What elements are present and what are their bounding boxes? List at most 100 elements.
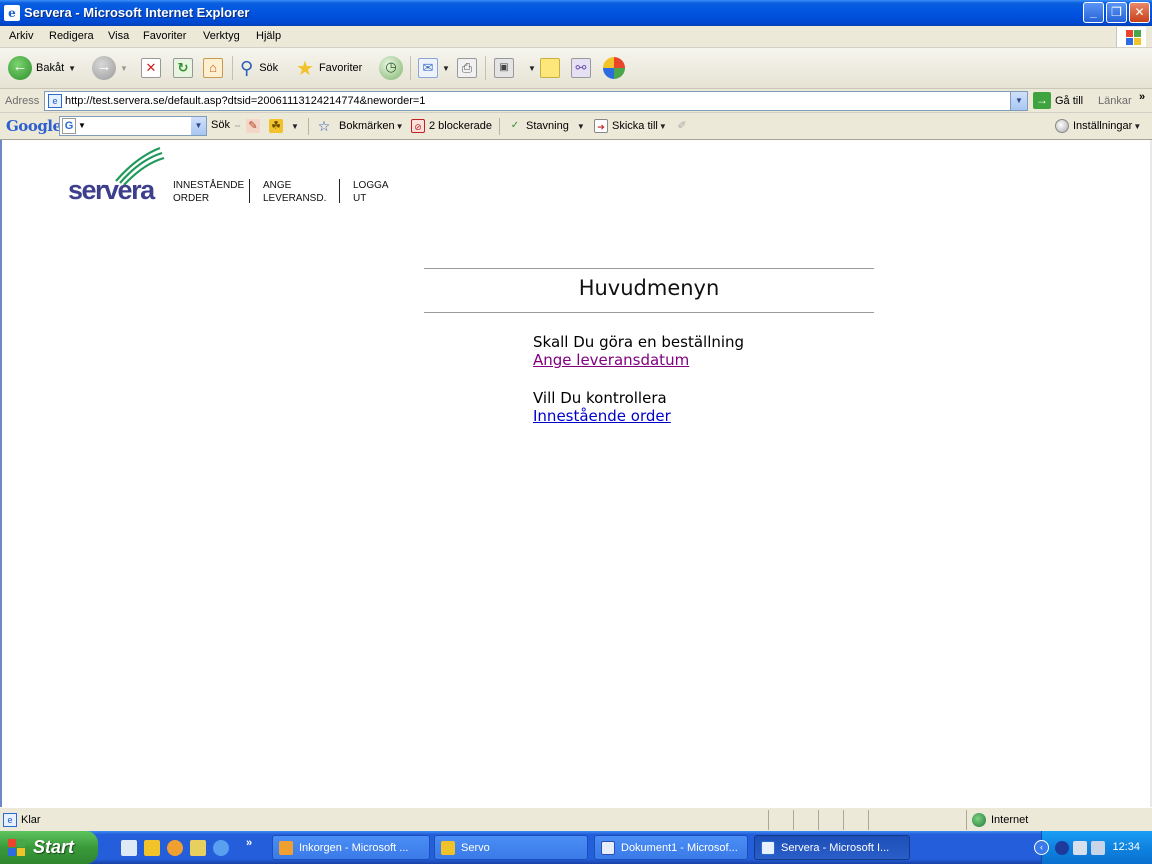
status-divider	[793, 810, 794, 830]
page-title: Huvudmenyn	[578, 276, 720, 300]
windows-logo-icon	[1116, 27, 1146, 47]
highlight-button[interactable]: ✐	[675, 119, 693, 133]
spellcheck-button[interactable]: ✓ Stavning ▼	[508, 119, 585, 133]
tray-speaker-icon[interactable]	[1091, 841, 1105, 855]
messenger-button[interactable]	[603, 56, 625, 80]
start-label: Start	[33, 837, 75, 857]
ie-icon[interactable]: e	[4, 5, 20, 21]
news-icon: ✎	[246, 119, 260, 133]
forward-dropdown-icon[interactable]: ▼	[120, 64, 128, 73]
send-to-icon: ➔	[594, 119, 608, 133]
highlighter-icon: ✐	[677, 120, 687, 132]
quicklaunch-explorer-icon[interactable]	[190, 840, 206, 856]
task-servo[interactable]: Servo	[434, 835, 588, 860]
address-url[interactable]: http://test.servera.se/default.asp?dtsid…	[65, 95, 425, 107]
print-icon: ⎙	[457, 58, 477, 78]
popup-blocker-button[interactable]: ⊘ 2 blockerade	[411, 119, 492, 133]
google-g-dropdown-icon[interactable]: ▼	[78, 121, 86, 130]
edit-dropdown-icon[interactable]: ▼	[528, 64, 536, 73]
pagerank-icon: ☘	[269, 119, 283, 133]
search-button[interactable]: ⚲ Sök	[240, 56, 278, 80]
refresh-button[interactable]: ↻	[173, 56, 193, 80]
send-to-button[interactable]: ➔ Skicka till ▼	[594, 119, 667, 133]
menu-visa[interactable]: Visa	[108, 30, 129, 42]
bookmarks-dropdown-icon[interactable]: ▼	[396, 122, 404, 131]
nav-logga-ut[interactable]: LOGGA UT	[353, 179, 389, 205]
ange-leveransdatum-link[interactable]: Ange leveransdatum	[533, 351, 689, 369]
home-button[interactable]: ⌂	[203, 56, 223, 80]
menu-hjalp[interactable]: Hjälp	[256, 30, 281, 42]
maximize-button[interactable]: ❐	[1106, 2, 1127, 23]
task-inkorgen[interactable]: Inkorgen - Microsoft ...	[272, 835, 430, 860]
forward-button[interactable]: → ▼	[92, 56, 128, 80]
quicklaunch-app-icon[interactable]	[144, 840, 160, 856]
menu-favoriter[interactable]: Favoriter	[143, 30, 186, 42]
mail-dropdown-icon[interactable]: ▼	[442, 64, 450, 73]
news-button[interactable]: ✎	[246, 119, 264, 133]
notes-button[interactable]	[540, 56, 560, 80]
back-label: Bakåt	[36, 62, 65, 74]
tray-expand-icon[interactable]: ‹	[1034, 840, 1049, 855]
note-icon	[540, 58, 560, 78]
research-button[interactable]: ⚯	[571, 56, 591, 80]
google-search-button[interactable]: Sök ⇔	[211, 119, 242, 131]
nav-line: ORDER	[173, 193, 210, 204]
task-servera[interactable]: Servera - Microsoft I...	[754, 835, 910, 860]
nav-ange-leveransdatum[interactable]: ANGE LEVERANSD.	[263, 179, 326, 205]
stop-icon: ✕	[141, 58, 161, 78]
bookmarks-button[interactable]: ☆ Bokmärken ▼	[317, 119, 404, 133]
taskbar-clock[interactable]: 12:34	[1112, 841, 1140, 853]
servera-logo[interactable]: servera	[66, 145, 166, 205]
tray-network-icon[interactable]	[1055, 841, 1069, 855]
menu-verktyg[interactable]: Verktyg	[203, 30, 240, 42]
google-search-dropdown-icon[interactable]: ▼	[191, 117, 206, 135]
settings-button[interactable]: Inställningar ▼	[1055, 119, 1141, 133]
window-title: Servera - Microsoft Internet Explorer	[24, 5, 250, 20]
settings-dropdown-icon[interactable]: ▼	[1133, 122, 1141, 131]
address-dropdown-icon[interactable]: ▼	[1010, 92, 1027, 110]
history-button[interactable]: ◷	[379, 56, 403, 80]
address-input[interactable]: e http://test.servera.se/default.asp?dts…	[44, 91, 1028, 111]
google-logo[interactable]: Google	[6, 117, 62, 135]
menu-bar: Arkiv Redigera Visa Favoriter Verktyg Hj…	[0, 26, 1152, 48]
back-dropdown-icon[interactable]: ▼	[68, 64, 76, 73]
popup-blocked-icon: ⊘	[411, 119, 425, 133]
menu-redigera[interactable]: Redigera	[49, 30, 94, 42]
address-label: Adress	[5, 95, 40, 107]
menu-arkiv[interactable]: Arkiv	[9, 30, 33, 42]
links-chevron-icon[interactable]: »	[1139, 91, 1145, 103]
spellcheck-dropdown-icon[interactable]: ▼	[577, 122, 585, 131]
close-button[interactable]: ✕	[1129, 2, 1150, 23]
tray-connection-icon[interactable]	[1073, 841, 1087, 855]
links-button[interactable]: Länkar	[1098, 95, 1132, 107]
back-arrow-icon: ←	[8, 56, 32, 80]
pagerank-dropdown-icon[interactable]: ▼	[291, 122, 299, 131]
quicklaunch-desktop-icon[interactable]	[121, 840, 137, 856]
search-label: Sök	[259, 62, 279, 74]
start-button[interactable]: Start	[0, 831, 98, 864]
security-zone[interactable]: Internet	[972, 813, 1028, 827]
google-search-label: Sök	[211, 119, 230, 131]
stop-button[interactable]: ✕	[141, 56, 161, 80]
google-search-input[interactable]: G ▼ ▼	[59, 116, 207, 136]
internet-globe-icon	[972, 813, 986, 827]
go-button[interactable]: → Gå till	[1033, 92, 1083, 109]
quicklaunch-ie-icon[interactable]	[213, 840, 229, 856]
favorites-button[interactable]: ★ Favoriter	[296, 56, 362, 80]
status-divider	[966, 810, 967, 830]
nav-innestaende-order[interactable]: INNESTÅENDE ORDER	[173, 179, 244, 205]
innestaende-order-link[interactable]: Innestående order	[533, 407, 671, 425]
nav-separator	[249, 179, 250, 203]
edit-button[interactable]: ▣ ▼	[494, 56, 536, 80]
mail-button[interactable]: ✉ ▼	[418, 56, 450, 80]
print-button[interactable]: ⎙	[457, 56, 477, 80]
pagerank-button[interactable]: ☘ ▼	[269, 119, 299, 133]
task-dokument1[interactable]: Dokument1 - Microsof...	[594, 835, 748, 860]
send-to-dropdown-icon[interactable]: ▼	[659, 122, 667, 131]
quicklaunch-outlook-icon[interactable]	[167, 840, 183, 856]
minimize-button[interactable]: _	[1083, 2, 1104, 23]
back-button[interactable]: ← Bakåt ▼	[8, 56, 76, 80]
outlook-icon	[279, 840, 293, 855]
quicklaunch-overflow-icon[interactable]: »	[246, 837, 252, 849]
google-g-icon[interactable]: G	[62, 118, 76, 134]
